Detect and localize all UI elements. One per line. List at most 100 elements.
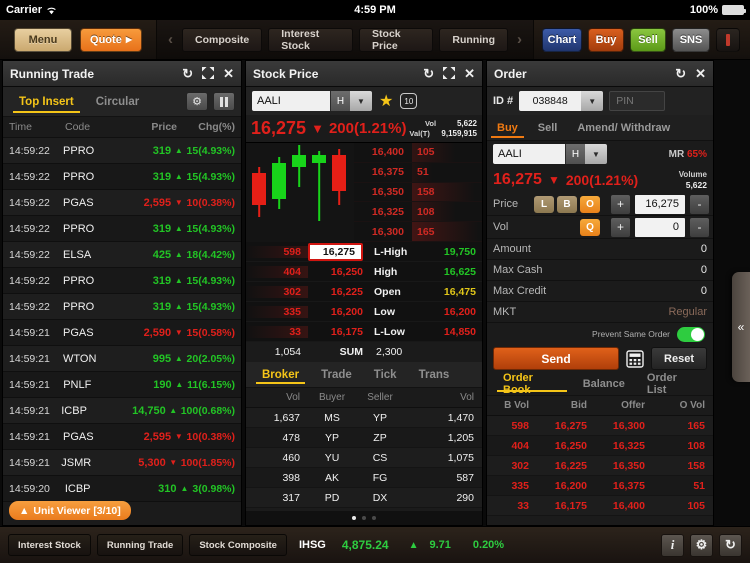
quote-button[interactable]: Quote ▶ — [80, 27, 142, 52]
chevron-down-icon[interactable]: ▼ — [350, 91, 372, 111]
table-row[interactable]: 14:59:22 PGAS 2,595 ▼ 10(0.38%) — [3, 190, 241, 216]
symbol-search-box[interactable]: AALI H ▼ — [252, 91, 372, 111]
table-row[interactable]: 14:59:21 WTON 995 ▲ 20(2.05%) — [3, 346, 241, 372]
table-row[interactable]: 14:59:21 JSMR 5,300 ▼ 100(1.85%) — [3, 450, 241, 476]
table-row[interactable]: 14:59:22 ELSA 425 ▲ 18(4.42%) — [3, 242, 241, 268]
price-increment-button[interactable]: + — [611, 194, 630, 214]
price-decrement-button[interactable]: - — [690, 194, 709, 214]
table-row[interactable]: 398 AK FG 587 — [246, 468, 482, 488]
table-row[interactable]: 335 16,200 16,375 51 — [487, 476, 713, 496]
pin-input[interactable]: PIN — [609, 91, 666, 111]
tabs-next-arrow-icon[interactable]: › — [514, 31, 525, 48]
menu-button[interactable]: Menu — [14, 27, 72, 52]
favorite-star-icon[interactable]: ★ — [379, 91, 393, 111]
table-row[interactable]: 14:59:21 ICBP 14,750 ▲ 100(0.68%) — [3, 398, 241, 424]
table-row[interactable]: 14:59:22 PPRO 319 ▲ 15(4.93%) — [3, 216, 241, 242]
tab-buy[interactable]: Buy — [487, 115, 528, 140]
price-mode-l[interactable]: L — [534, 195, 554, 213]
table-row[interactable]: 302 16,225 16,350 158 — [487, 456, 713, 476]
buy-button[interactable]: Buy — [588, 27, 624, 52]
bottom-interest-stock[interactable]: Interest Stock — [8, 534, 91, 556]
chevron-down-icon[interactable]: ▼ — [581, 91, 604, 111]
tab-order-list[interactable]: Order List — [637, 372, 707, 396]
order-symbol-input[interactable]: AALI — [493, 144, 565, 164]
table-row[interactable]: 14:59:22 PPRO 319 ▲ 15(4.93%) — [3, 268, 241, 294]
table-row[interactable]: 14:59:21 PGAS 2,590 ▼ 15(0.58%) — [3, 320, 241, 346]
account-select[interactable]: 038848 ▼ — [519, 91, 604, 111]
send-order-button[interactable]: Send — [493, 347, 619, 370]
record-button[interactable] — [716, 27, 740, 52]
unit-viewer-badge[interactable]: ▲ Unit Viewer [3/10] — [9, 501, 131, 520]
table-row[interactable]: 14:59:20 ICBP 310 ▲ 3(0.98%) — [3, 476, 241, 502]
calculator-icon[interactable] — [625, 349, 645, 369]
tab-order-book[interactable]: Order Book — [493, 372, 571, 396]
close-icon[interactable]: ✕ — [695, 67, 706, 80]
tab-composite[interactable]: Composite — [182, 27, 263, 52]
candlestick-chart[interactable] — [246, 143, 354, 242]
chart-button[interactable]: Chart — [542, 27, 582, 52]
tab-stock-price[interactable]: Stock Price — [359, 27, 434, 52]
close-icon[interactable]: ✕ — [464, 67, 475, 80]
tab-trade[interactable]: Trade — [311, 362, 362, 387]
table-row[interactable]: 14:59:21 PNLF 190 ▲ 11(6.15%) — [3, 372, 241, 398]
tab-trans[interactable]: Trans — [409, 362, 460, 387]
chevron-down-icon[interactable]: ▼ — [585, 144, 607, 164]
refresh-icon[interactable]: ↻ — [719, 533, 742, 557]
depth-ten-icon[interactable]: 10 — [400, 93, 418, 109]
tab-circular[interactable]: Circular — [86, 87, 149, 116]
tabs-prev-arrow-icon[interactable]: ‹ — [165, 31, 176, 48]
close-icon[interactable]: ✕ — [223, 67, 234, 80]
table-row[interactable]: 317 PD DX 290 — [246, 488, 482, 508]
refresh-icon[interactable]: ↻ — [675, 67, 686, 80]
table-row[interactable]: 404 16,250 16,325 108 — [487, 436, 713, 456]
tab-amend-withdraw[interactable]: Amend/ Withdraw — [567, 115, 680, 140]
tab-interest-stock[interactable]: Interest Stock — [268, 27, 354, 52]
sns-button[interactable]: SNS — [672, 27, 710, 52]
symbol-input[interactable]: AALI — [252, 91, 330, 111]
vol-decrement-button[interactable]: - — [690, 217, 709, 237]
price-input[interactable]: 16,275 — [635, 194, 685, 214]
page-dot[interactable] — [352, 516, 356, 520]
info-icon[interactable]: i — [661, 533, 684, 557]
table-row[interactable]: 14:59:22 PPRO 319 ▲ 15(4.93%) — [3, 138, 241, 164]
page-dot[interactable] — [372, 516, 376, 520]
page-dot[interactable] — [362, 516, 366, 520]
board-button[interactable]: H — [330, 91, 350, 111]
tab-broker[interactable]: Broker — [252, 362, 309, 387]
tab-top-insert[interactable]: Top Insert — [9, 87, 84, 116]
refresh-icon[interactable]: ↻ — [423, 67, 434, 80]
expand-icon[interactable] — [443, 66, 456, 81]
expand-icon[interactable] — [202, 66, 215, 81]
refresh-icon[interactable]: ↻ — [182, 67, 193, 80]
gear-icon[interactable]: ⚙ — [690, 533, 713, 557]
page-indicator-dots[interactable] — [246, 511, 482, 525]
table-row[interactable]: 478 YP ZP 1,205 — [246, 428, 482, 448]
table-row[interactable]: 598 16,275 16,300 165 — [487, 416, 713, 436]
order-board-button[interactable]: H — [565, 144, 585, 164]
price-mode-o[interactable]: O — [580, 195, 600, 213]
sell-button[interactable]: Sell — [630, 27, 666, 52]
tab-sell[interactable]: Sell — [528, 115, 568, 140]
vol-increment-button[interactable]: + — [611, 217, 630, 237]
table-row[interactable]: 14:59:21 PGAS 2,595 ▼ 10(0.38%) — [3, 424, 241, 450]
pause-icon[interactable] — [213, 92, 235, 111]
table-row[interactable]: 33 16,175 16,400 105 — [487, 496, 713, 516]
right-drawer-handle[interactable]: « — [732, 272, 750, 382]
vol-mode-q[interactable]: Q — [580, 218, 600, 236]
order-symbol-box[interactable]: AALI H ▼ — [493, 144, 607, 164]
table-row[interactable]: 14:59:22 PPRO 319 ▲ 15(4.93%) — [3, 164, 241, 190]
vol-input[interactable]: 0 — [635, 217, 685, 237]
settings-gear-icon[interactable]: ⚙ — [186, 92, 208, 111]
table-row[interactable]: 1,637 MS YP 1,470 — [246, 408, 482, 428]
prevent-same-order-toggle[interactable] — [677, 326, 705, 342]
price-mode-b[interactable]: B — [557, 195, 577, 213]
table-row[interactable]: 460 YU CS 1,075 — [246, 448, 482, 468]
tab-tick[interactable]: Tick — [364, 362, 407, 387]
tab-running[interactable]: Running — [439, 27, 508, 52]
bottom-stock-composite[interactable]: Stock Composite — [189, 534, 287, 556]
running-trade-list[interactable]: 14:59:22 PPRO 319 ▲ 15(4.93%) 14:59:22 PPRO 319… — [3, 138, 241, 525]
reset-button[interactable]: Reset — [651, 347, 707, 370]
bottom-running-trade[interactable]: Running Trade — [96, 534, 184, 556]
table-row[interactable]: 14:59:22 PPRO 319 ▲ 15(4.93%) — [3, 294, 241, 320]
tab-balance[interactable]: Balance — [573, 372, 635, 395]
